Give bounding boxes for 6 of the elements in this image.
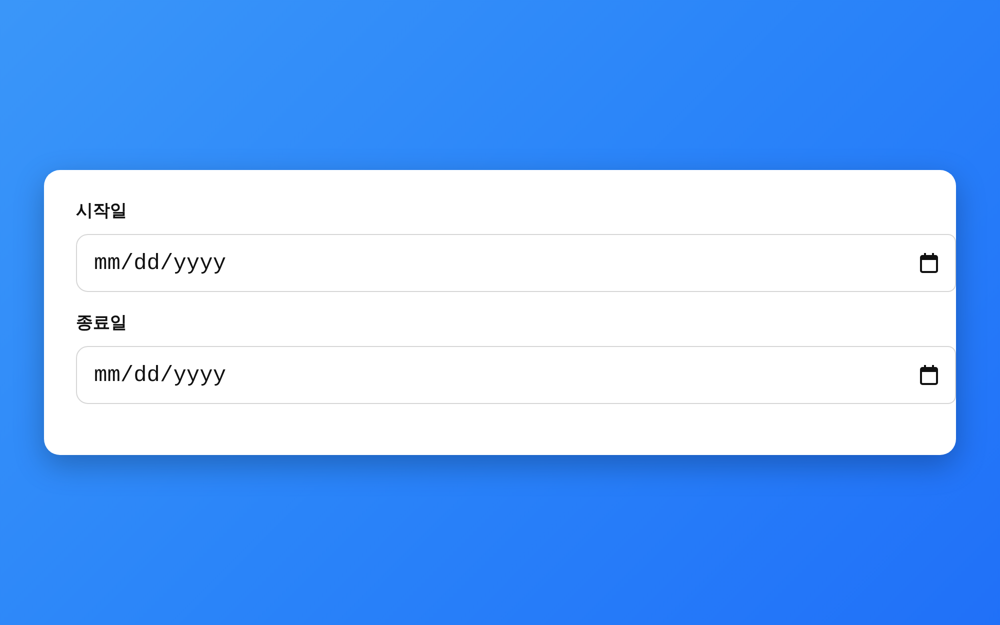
field-label: 종료일 <box>76 312 127 334</box>
date-input[interactable]: mm/dd/yyyy <box>76 234 956 292</box>
calendar-icon[interactable] <box>920 365 938 385</box>
date-input[interactable]: mm/dd/yyyy <box>76 346 956 404</box>
field-label: 시작일 <box>76 200 127 222</box>
calendar-icon[interactable] <box>920 253 938 273</box>
